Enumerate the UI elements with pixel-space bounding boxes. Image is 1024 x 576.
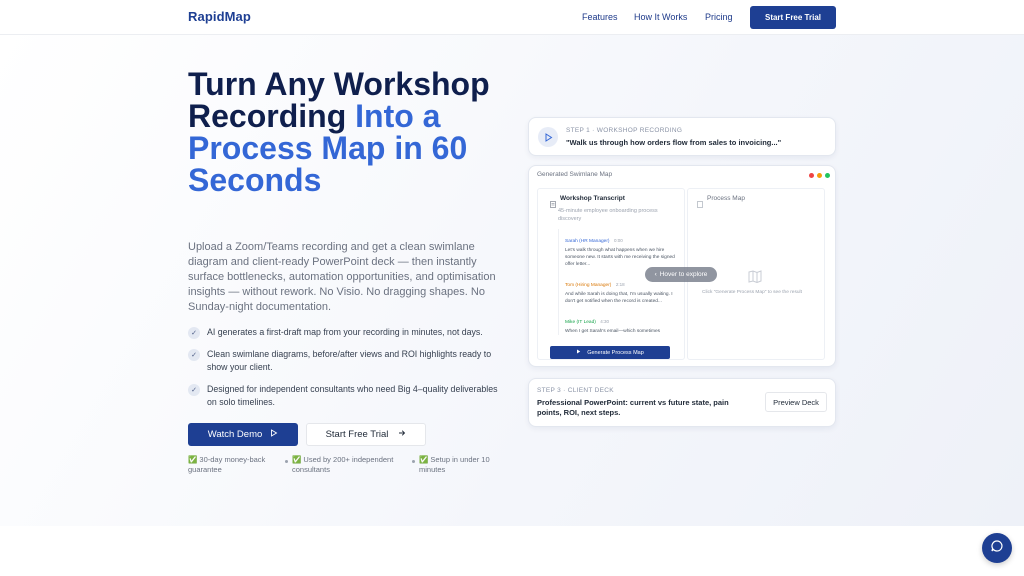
window-maximize-dot [825, 173, 830, 178]
watch-demo-label: Watch Demo [207, 429, 263, 440]
transcript-message: Sarah (HR Manager) 0:00 Let's walk throu… [565, 229, 676, 268]
bullet-item: ✓ AI generates a first-draft map from yo… [188, 326, 508, 339]
bullet-item: ✓ Clean swimlane diagrams, before/after … [188, 348, 508, 374]
start-trial-label: Start Free Trial [325, 429, 389, 440]
trust-guarantee: ✅ 30-day money-back guarantee [188, 455, 266, 474]
speaker-name: Tom (Hiring Manager) [565, 283, 612, 288]
process-map-hint: Click "Generate Process Map" to see the … [702, 290, 802, 295]
nav-link-features[interactable]: Features [582, 12, 618, 22]
separator-dot [285, 460, 288, 463]
transcript-message: Mike (IT Lead) 4:30 When I get Sarah's e… [565, 310, 676, 335]
feature-bullets: ✓ AI generates a first-draft map from yo… [188, 326, 508, 418]
logo[interactable]: RapidMap [188, 9, 251, 24]
transcript-title: Workshop Transcript [560, 195, 625, 202]
play-icon [576, 349, 581, 356]
step1-quote: "Walk us through how orders flow from sa… [566, 138, 782, 147]
speaker-name: Sarah (HR Manager) [565, 239, 610, 244]
separator-dot [412, 460, 415, 463]
step1-label: STEP 1 · WORKSHOP RECORDING [566, 127, 683, 134]
swimlane-map-card: Generated Swimlane Map Workshop Transcri… [528, 165, 836, 367]
map-document-icon [697, 195, 703, 213]
bullet-text: AI generates a first-draft map from your… [207, 327, 483, 337]
generate-process-map-button[interactable]: Generate Process Map [550, 346, 670, 359]
check-icon: ✓ [188, 349, 200, 361]
step3-label: STEP 3 · CLIENT DECK [537, 387, 614, 394]
message-text: And while Sarah is doing that, I'm usual… [565, 292, 673, 304]
play-outline-icon [270, 429, 278, 440]
top-nav: RapidMap Features How It Works Pricing S… [0, 0, 1024, 35]
transcript-messages[interactable]: Sarah (HR Manager) 0:00 Let's walk throu… [558, 229, 676, 335]
map-card-title: Generated Swimlane Map [537, 171, 613, 178]
watch-demo-button[interactable]: Watch Demo [188, 423, 298, 446]
start-trial-button[interactable]: Start Free Trial [306, 423, 426, 446]
hero-subtext: Upload a Zoom/Teams recording and get a … [188, 241, 496, 313]
message-time: 4:30 [600, 319, 610, 324]
trust-consultants: ✅ Used by 200+ independent consultants [292, 455, 394, 474]
step1-card: STEP 1 · WORKSHOP RECORDING "Walk us thr… [528, 117, 836, 156]
step3-text: Professional PowerPoint: current vs futu… [537, 398, 729, 417]
lower-section [0, 526, 1024, 576]
chevron-left-icon: ‹ [654, 271, 657, 278]
preview-deck-button[interactable]: Preview Deck [765, 392, 827, 412]
arrow-right-icon [398, 429, 406, 440]
nav-start-trial-button[interactable]: Start Free Trial [750, 6, 836, 29]
hover-to-explore-pill: ‹ Hover to explore [645, 267, 717, 282]
document-icon [550, 195, 556, 213]
step3-card: STEP 3 · CLIENT DECK Professional PowerP… [528, 378, 836, 427]
bullet-text: Clean swimlane diagrams, before/after vi… [207, 349, 492, 372]
bullet-text: Designed for independent consultants who… [207, 384, 498, 407]
hero-headline: Turn Any Workshop Recording Into a Proce… [188, 68, 518, 196]
generate-label: Generate Process Map [587, 349, 644, 356]
process-map-title: Process Map [707, 195, 745, 202]
transcript-subtitle: 45-minute employee onboarding process di… [558, 208, 658, 222]
window-close-dot [809, 173, 814, 178]
message-text: Let's walk through what happens when we … [565, 248, 675, 267]
chat-icon [990, 539, 1004, 558]
message-time: 0:00 [613, 238, 623, 243]
nav-link-how-it-works[interactable]: How It Works [634, 12, 687, 22]
bullet-item: ✓ Designed for independent consultants w… [188, 383, 508, 409]
hover-pill-label: Hover to explore [659, 271, 708, 278]
map-icon [748, 270, 762, 288]
check-icon: ✓ [188, 384, 200, 396]
trust-setup: ✅ Setup in under 10 minutes [419, 455, 490, 474]
headline-dark: Turn Any Workshop Recording [188, 66, 490, 134]
chat-widget-button[interactable] [982, 533, 1012, 563]
message-time: 2:18 [615, 282, 625, 287]
speaker-name: Mike (IT Lead) [565, 320, 596, 325]
message-text: When I get Sarah's email—which sometimes [565, 329, 661, 334]
check-icon: ✓ [188, 327, 200, 339]
window-minimize-dot [817, 173, 822, 178]
nav-link-pricing[interactable]: Pricing [705, 12, 733, 22]
play-icon[interactable] [538, 127, 558, 147]
